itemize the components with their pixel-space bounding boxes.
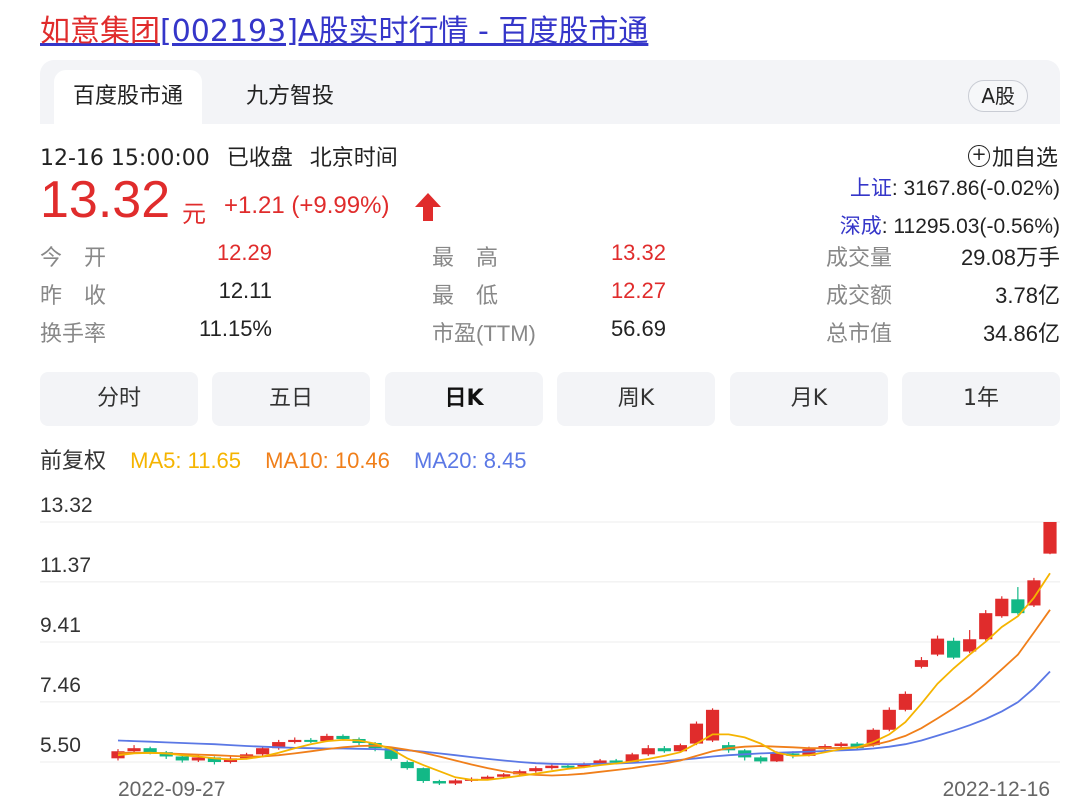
add-watchlist-button[interactable]: + 加自选 <box>967 140 1058 172</box>
candle-body <box>545 765 559 769</box>
stat-label-low: 最 低 <box>432 283 499 308</box>
candle-body <box>400 762 414 769</box>
ma10-legend: MA10: 10.46 <box>265 448 390 473</box>
y-tick-label: 5.50 <box>40 734 81 757</box>
candle-body <box>127 748 141 752</box>
candle-body <box>754 757 768 762</box>
ma5-legend: MA5: 11.65 <box>130 448 242 473</box>
index-value-shenzhen: : 11295.03(-0.56%) <box>881 215 1060 238</box>
candle-body <box>256 748 270 755</box>
y-tick-label: 9.41 <box>40 614 81 637</box>
candle-body <box>834 743 848 747</box>
up-arrow-icon <box>415 193 441 221</box>
page-title-text[interactable]: [002193]A股实时行情 - 百度股市通 <box>160 14 648 49</box>
price-unit: 元 <box>182 200 206 228</box>
candle-body <box>336 735 350 739</box>
candle-body <box>432 781 446 784</box>
candle-body <box>143 748 157 753</box>
candle-body <box>657 748 671 752</box>
price-change: +1.21 (+9.99%) <box>224 192 390 219</box>
plus-circle-icon: + <box>967 145 990 167</box>
index-name-shenzhen[interactable]: 深成 <box>840 215 882 238</box>
x-axis-end-label: 2022-12-16 <box>943 778 1050 801</box>
index-shanghai[interactable]: 上证: 3167.86(-0.02%) <box>850 172 1060 202</box>
period-button-monthly-k[interactable]: 月K <box>730 372 888 426</box>
candle-body <box>641 748 655 755</box>
index-shenzhen[interactable]: 深成: 11295.03(-0.56%) <box>840 210 1060 240</box>
stat-value-turnover-rate: 11.15% <box>199 316 272 341</box>
stat-label-high: 最 高 <box>432 245 499 270</box>
source-tab-bar: 百度股市通 九方智投 A股 <box>40 60 1060 124</box>
adjust-mode-label[interactable]: 前复权 <box>40 448 106 473</box>
quote-status-line: 12-16 15:00:00 已收盘 北京时间 <box>40 140 408 172</box>
tab-baidu-stock[interactable]: 百度股市通 <box>54 70 202 124</box>
stat-value-high: 13.32 <box>610 240 666 265</box>
y-tick-label: 7.46 <box>40 674 81 697</box>
index-name-shanghai[interactable]: 上证 <box>850 177 892 200</box>
tab-jiufang[interactable]: 九方智投 <box>220 70 360 124</box>
stat-value-low: 12.27 <box>610 278 666 303</box>
page-title-link[interactable]: 如意集团[002193]A股实时行情 - 百度股市通 <box>40 6 648 50</box>
period-button-weekly-k[interactable]: 周K <box>557 372 715 426</box>
candle-body <box>1043 522 1057 554</box>
candlestick-chart[interactable]: 13.32 11.37 9.41 7.46 5.50 2022-09-27 2022-12-… <box>0 480 1080 806</box>
period-button-daily-k[interactable]: 日K <box>385 372 543 426</box>
candle-body <box>946 640 961 658</box>
market-state: 已收盘 <box>226 146 293 171</box>
current-price: 13.32 <box>40 171 171 229</box>
candle-body <box>288 739 302 743</box>
candle-body <box>930 638 945 655</box>
period-button-intraday[interactable]: 分时 <box>40 372 198 426</box>
stat-label-volume: 成交量 <box>826 245 893 270</box>
candle-body <box>882 709 896 730</box>
stat-label-open: 今 开 <box>40 245 107 270</box>
y-tick-label: 13.32 <box>40 494 93 517</box>
stat-label-prev-close: 昨 收 <box>40 283 107 308</box>
candle-body <box>529 768 543 772</box>
candle-body <box>914 660 929 667</box>
stat-label-turnover-rate: 换手率 <box>40 321 107 346</box>
period-button-one-year[interactable]: 1年 <box>902 372 1060 426</box>
stat-label-market-cap: 总市值 <box>826 321 893 346</box>
market-badge[interactable]: A股 <box>968 80 1028 112</box>
stat-value-pe: 56.69 <box>610 316 666 341</box>
candle-body <box>561 765 575 768</box>
candle-body <box>416 768 430 782</box>
candle-body <box>995 598 1009 617</box>
candle-body <box>898 693 912 710</box>
candle-body <box>963 639 977 652</box>
stat-label-amount: 成交额 <box>826 283 893 308</box>
index-value-shanghai: : 3167.86(-0.02%) <box>891 177 1060 200</box>
stat-value-amount: 3.78亿 <box>995 283 1060 308</box>
stock-name-highlight[interactable]: 如意集团 <box>40 14 160 49</box>
candle-body <box>448 780 463 784</box>
candle-body <box>175 756 189 761</box>
stat-value-market-cap: 34.86亿 <box>982 321 1060 346</box>
candle-body <box>705 709 720 741</box>
candle-body <box>979 613 993 640</box>
stat-label-pe: 市盈(TTM) <box>432 321 536 346</box>
stat-value-open: 12.29 <box>216 240 272 265</box>
stat-value-volume: 29.08万手 <box>960 245 1060 270</box>
moving-average-legend: 前复权 MA5: 11.65 MA10: 10.46 MA20: 8.45 <box>40 443 545 475</box>
ma20-legend: MA20: 8.45 <box>414 448 527 473</box>
candle-body <box>304 739 318 742</box>
timezone-label: 北京时间 <box>309 146 398 171</box>
quote-datetime: 12-16 15:00:00 <box>40 146 210 171</box>
add-watchlist-label: 加自选 <box>991 146 1058 171</box>
stat-value-prev-close: 12.11 <box>218 278 272 303</box>
period-button-five-day[interactable]: 五日 <box>212 372 370 426</box>
y-tick-label: 11.37 <box>40 554 91 577</box>
x-axis-start-label: 2022-09-27 <box>118 778 225 801</box>
candle-body <box>497 774 511 777</box>
